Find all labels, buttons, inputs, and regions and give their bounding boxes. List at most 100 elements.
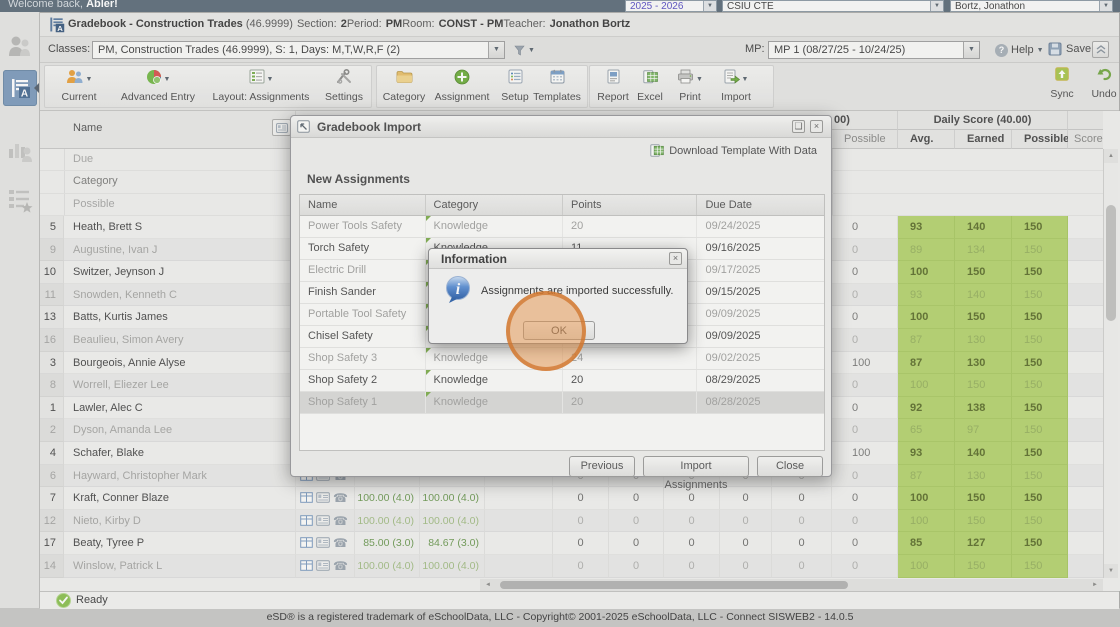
average-cell[interactable]: 100.00 (4.0) (420, 510, 485, 533)
possible-cell[interactable]: 100 (832, 442, 898, 465)
student-row[interactable]: 12Nieto, Kirby D☎100.00 (4.0)100.00 (4.0… (40, 510, 1103, 533)
assignment-score-cell[interactable]: 0 (609, 532, 664, 555)
daily-avg-cell[interactable]: 87 (898, 352, 955, 375)
toolbar-button-assignment[interactable]: Assignment (432, 70, 492, 103)
daily-earned-cell[interactable]: 130 (955, 465, 1012, 488)
assignment-points-cell[interactable]: 20 (563, 216, 697, 237)
student-name[interactable]: Lawler, Alec C (64, 397, 296, 420)
daily-possible-cell[interactable]: 150 (1012, 465, 1068, 488)
grid-view-icon[interactable] (300, 560, 313, 573)
assignment-due-cell[interactable]: 09/09/2025 (697, 326, 824, 347)
daily-earned-cell[interactable]: 127 (955, 532, 1012, 555)
assignment-score-cell[interactable]: 0 (664, 510, 720, 533)
daily-avg-cell[interactable]: 100 (898, 555, 955, 578)
marking-period-select[interactable]: MP 1 (08/27/25 - 10/24/25)▼ (768, 41, 980, 59)
toolbar-button-print[interactable]: ▼Print (672, 70, 708, 103)
student-photo-toggle-button[interactable] (272, 119, 291, 136)
daily-possible-cell[interactable]: 150 (1012, 487, 1068, 510)
daily-earned-cell[interactable]: 138 (955, 397, 1012, 420)
student-name[interactable]: Nieto, Kirby D (64, 510, 296, 533)
students-icon[interactable] (7, 34, 33, 60)
daily-avg-cell[interactable]: 100 (898, 487, 955, 510)
daily-possible-cell[interactable]: 150 (1012, 419, 1068, 442)
daily-possible-cell[interactable]: 150 (1012, 352, 1068, 375)
daily-possible-cell[interactable]: 150 (1012, 374, 1068, 397)
daily-avg-cell[interactable]: 93 (898, 284, 955, 307)
maximize-button[interactable]: ❑ (792, 120, 805, 133)
download-template-link[interactable]: Download Template With Data (650, 144, 817, 157)
empty-cell[interactable] (485, 555, 553, 578)
daily-avg-cell[interactable]: 85 (898, 532, 955, 555)
daily-earned-cell[interactable]: 150 (955, 261, 1012, 284)
save-button[interactable]: Save (1048, 40, 1091, 58)
assignment-name-cell[interactable]: Portable Tool Safety (300, 304, 426, 325)
assignment-score-cell[interactable]: 0 (553, 555, 609, 578)
daily-avg-cell[interactable]: 100 (898, 374, 955, 397)
assignment-score-cell[interactable]: 0 (720, 487, 772, 510)
assignment-points-cell[interactable]: 24 (563, 348, 697, 369)
possible-cell[interactable]: 0 (832, 261, 898, 284)
student-name[interactable]: Batts, Kurtis James (64, 306, 296, 329)
empty-cell[interactable] (485, 510, 553, 533)
toolbar-button-current[interactable]: ▼Current (53, 70, 105, 103)
student-row[interactable]: 17Beaty, Tyree P☎85.00 (3.0)84.67 (3.0)0… (40, 532, 1103, 555)
daily-possible-cell[interactable]: 150 (1012, 261, 1068, 284)
daily-earned-cell[interactable]: 140 (955, 216, 1012, 239)
student-name[interactable]: Augustine, Ivan J (64, 239, 296, 262)
assignment-due-cell[interactable]: 09/17/2025 (697, 260, 824, 281)
possible-cell[interactable]: 0 (832, 532, 898, 555)
horizontal-scroll-thumb[interactable] (500, 581, 848, 589)
assignment-due-cell[interactable]: 08/29/2025 (697, 370, 824, 391)
possible-cell[interactable]: 0 (832, 329, 898, 352)
assignment-due-cell[interactable]: 09/09/2025 (697, 304, 824, 325)
toolbar-button-undo[interactable]: Undo (1082, 67, 1120, 100)
possible-cell[interactable]: 0 (832, 397, 898, 420)
score-cell[interactable] (1068, 374, 1103, 397)
assignment-score-cell[interactable]: 0 (772, 555, 832, 578)
assignment-score-cell[interactable]: 0 (664, 555, 720, 578)
daily-avg-cell[interactable]: 93 (898, 442, 955, 465)
daily-avg-cell[interactable]: 100 (898, 261, 955, 284)
daily-earned-cell[interactable]: 130 (955, 352, 1012, 375)
assignment-category-cell[interactable]: Knowledge (426, 216, 563, 237)
student-row[interactable]: 7Kraft, Conner Blaze☎100.00 (4.0)100.00 … (40, 487, 1103, 510)
import-assignment-row[interactable]: Power Tools SafetyKnowledge2009/24/2025 (300, 216, 824, 238)
assignment-category-cell[interactable]: Knowledge (426, 392, 563, 413)
possible-cell[interactable]: 0 (832, 374, 898, 397)
possible-cell[interactable]: 0 (832, 465, 898, 488)
assignment-name-cell[interactable]: Electric Drill (300, 260, 426, 281)
assignment-name-cell[interactable]: Torch Safety (300, 238, 426, 259)
daily-avg-cell[interactable]: 100 (898, 306, 955, 329)
student-name[interactable]: Snowden, Kenneth C (64, 284, 296, 307)
roster-star-icon[interactable] (7, 187, 33, 213)
daily-possible-cell[interactable]: 150 (1012, 532, 1068, 555)
daily-avg-cell[interactable]: 89 (898, 239, 955, 262)
score-cell[interactable] (1068, 532, 1103, 555)
student-name[interactable]: Winslow, Patrick L (64, 555, 296, 578)
toolbar-button-layout-assignments[interactable]: ▼Layout: Assignments (205, 70, 317, 103)
scroll-down-icon[interactable]: ▼ (1104, 564, 1118, 578)
vertical-scroll-thumb[interactable] (1106, 205, 1116, 321)
average-cell[interactable]: 100.00 (4.0) (420, 487, 485, 510)
empty-cell[interactable] (485, 487, 553, 510)
score-cell[interactable] (1068, 555, 1103, 578)
toolbar-button-category[interactable]: Category (379, 70, 429, 103)
possible-cell[interactable]: 100 (832, 352, 898, 375)
student-name[interactable]: Bourgeois, Annie Alyse (64, 352, 296, 375)
assignment-points-cell[interactable]: 20 (563, 392, 697, 413)
daily-earned-cell[interactable]: 140 (955, 284, 1012, 307)
classes-select[interactable]: PM, Construction Trades (46.9999), S: 1,… (92, 41, 505, 59)
score-cell[interactable] (1068, 419, 1103, 442)
score-cell[interactable] (1068, 510, 1103, 533)
student-name[interactable]: Schafer, Blake (64, 442, 296, 465)
daily-earned-cell[interactable]: 140 (955, 442, 1012, 465)
score-cell[interactable] (1068, 261, 1103, 284)
daily-avg-cell[interactable]: 65 (898, 419, 955, 442)
import-assignments-button[interactable]: Import Assignments (643, 456, 749, 477)
assignment-score-cell[interactable]: 0 (553, 487, 609, 510)
student-name[interactable]: Kraft, Conner Blaze (64, 487, 296, 510)
assignment-points-cell[interactable]: 20 (563, 370, 697, 391)
assignment-score-cell[interactable]: 0 (720, 532, 772, 555)
grid-view-icon[interactable] (300, 515, 313, 528)
daily-earned-cell[interactable]: 97 (955, 419, 1012, 442)
